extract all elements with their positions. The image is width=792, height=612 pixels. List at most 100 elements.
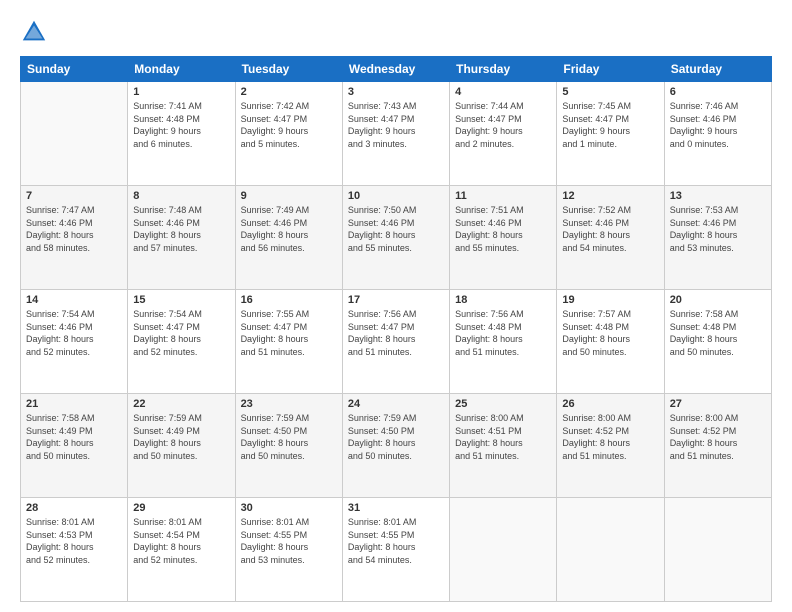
- calendar-cell: [450, 498, 557, 602]
- calendar-cell: 3 Sunrise: 7:43 AM Sunset: 4:47 PM Daylig…: [342, 82, 449, 186]
- day-number: 23: [241, 398, 337, 410]
- calendar-week-4: 21 Sunrise: 7:58 AM Sunset: 4:49 PM Dayli…: [21, 394, 772, 498]
- day-number: 10: [348, 190, 444, 202]
- day-info: Sunrise: 7:54 AM Sunset: 4:46 PM Dayligh…: [26, 308, 122, 358]
- day-number: 24: [348, 398, 444, 410]
- calendar-cell: 8 Sunrise: 7:48 AM Sunset: 4:46 PM Daylig…: [128, 186, 235, 290]
- page: SundayMondayTuesdayWednesdayThursdayFrid…: [0, 0, 792, 612]
- day-info: Sunrise: 7:58 AM Sunset: 4:48 PM Dayligh…: [670, 308, 766, 358]
- calendar-table: SundayMondayTuesdayWednesdayThursdayFrid…: [20, 56, 772, 602]
- calendar-cell: 21 Sunrise: 7:58 AM Sunset: 4:49 PM Dayli…: [21, 394, 128, 498]
- day-number: 17: [348, 294, 444, 306]
- calendar-cell: 24 Sunrise: 7:59 AM Sunset: 4:50 PM Dayli…: [342, 394, 449, 498]
- day-info: Sunrise: 8:01 AM Sunset: 4:54 PM Dayligh…: [133, 516, 229, 566]
- day-info: Sunrise: 7:54 AM Sunset: 4:47 PM Dayligh…: [133, 308, 229, 358]
- day-number: 28: [26, 502, 122, 514]
- day-number: 27: [670, 398, 766, 410]
- logo: [20, 18, 52, 46]
- calendar-cell: 16 Sunrise: 7:55 AM Sunset: 4:47 PM Dayli…: [235, 290, 342, 394]
- calendar-cell: [557, 498, 664, 602]
- weekday-header-thursday: Thursday: [450, 57, 557, 82]
- logo-icon: [20, 18, 48, 46]
- day-info: Sunrise: 8:01 AM Sunset: 4:53 PM Dayligh…: [26, 516, 122, 566]
- header: [20, 18, 772, 46]
- day-info: Sunrise: 7:44 AM Sunset: 4:47 PM Dayligh…: [455, 100, 551, 150]
- calendar-cell: 9 Sunrise: 7:49 AM Sunset: 4:46 PM Daylig…: [235, 186, 342, 290]
- day-info: Sunrise: 7:49 AM Sunset: 4:46 PM Dayligh…: [241, 204, 337, 254]
- calendar-cell: 20 Sunrise: 7:58 AM Sunset: 4:48 PM Dayli…: [664, 290, 771, 394]
- day-info: Sunrise: 7:47 AM Sunset: 4:46 PM Dayligh…: [26, 204, 122, 254]
- day-info: Sunrise: 7:53 AM Sunset: 4:46 PM Dayligh…: [670, 204, 766, 254]
- day-number: 29: [133, 502, 229, 514]
- calendar-week-2: 7Sunrise: 7:47 AM Sunset: 4:46 PM Daylig…: [21, 186, 772, 290]
- day-info: Sunrise: 8:00 AM Sunset: 4:52 PM Dayligh…: [562, 412, 658, 462]
- day-info: Sunrise: 7:59 AM Sunset: 4:49 PM Dayligh…: [133, 412, 229, 462]
- weekday-header-row: SundayMondayTuesdayWednesdayThursdayFrid…: [21, 57, 772, 82]
- day-info: Sunrise: 7:41 AM Sunset: 4:48 PM Dayligh…: [133, 100, 229, 150]
- calendar-cell: 10Sunrise: 7:50 AM Sunset: 4:46 PM Dayli…: [342, 186, 449, 290]
- calendar-cell: 14 Sunrise: 7:54 AM Sunset: 4:46 PM Dayli…: [21, 290, 128, 394]
- day-info: Sunrise: 7:51 AM Sunset: 4:46 PM Dayligh…: [455, 204, 551, 254]
- day-number: 5: [562, 86, 658, 98]
- day-info: Sunrise: 7:56 AM Sunset: 4:48 PM Dayligh…: [455, 308, 551, 358]
- weekday-header-sunday: Sunday: [21, 57, 128, 82]
- calendar-cell: 6 Sunrise: 7:46 AM Sunset: 4:46 PM Daylig…: [664, 82, 771, 186]
- calendar-cell: 28 Sunrise: 8:01 AM Sunset: 4:53 PM Dayli…: [21, 498, 128, 602]
- calendar-cell: 12 Sunrise: 7:52 AM Sunset: 4:46 PM Dayli…: [557, 186, 664, 290]
- day-number: 12: [562, 190, 658, 202]
- calendar-cell: 31Sunrise: 8:01 AM Sunset: 4:55 PM Dayli…: [342, 498, 449, 602]
- day-number: 20: [670, 294, 766, 306]
- calendar-cell: [21, 82, 128, 186]
- day-info: Sunrise: 7:52 AM Sunset: 4:46 PM Dayligh…: [562, 204, 658, 254]
- day-info: Sunrise: 7:56 AM Sunset: 4:47 PM Dayligh…: [348, 308, 444, 358]
- day-number: 21: [26, 398, 122, 410]
- day-info: Sunrise: 7:58 AM Sunset: 4:49 PM Dayligh…: [26, 412, 122, 462]
- calendar-cell: 13Sunrise: 7:53 AM Sunset: 4:46 PM Dayli…: [664, 186, 771, 290]
- calendar-cell: 4 Sunrise: 7:44 AM Sunset: 4:47 PM Daylig…: [450, 82, 557, 186]
- day-info: Sunrise: 7:45 AM Sunset: 4:47 PM Dayligh…: [562, 100, 658, 150]
- calendar-cell: 22 Sunrise: 7:59 AM Sunset: 4:49 PM Dayli…: [128, 394, 235, 498]
- day-info: Sunrise: 7:48 AM Sunset: 4:46 PM Dayligh…: [133, 204, 229, 254]
- calendar-cell: 7Sunrise: 7:47 AM Sunset: 4:46 PM Daylig…: [21, 186, 128, 290]
- day-info: Sunrise: 8:00 AM Sunset: 4:51 PM Dayligh…: [455, 412, 551, 462]
- day-number: 26: [562, 398, 658, 410]
- day-number: 1: [133, 86, 229, 98]
- day-number: 14: [26, 294, 122, 306]
- day-number: 19: [562, 294, 658, 306]
- calendar-cell: 23 Sunrise: 7:59 AM Sunset: 4:50 PM Dayli…: [235, 394, 342, 498]
- calendar-week-1: 1 Sunrise: 7:41 AM Sunset: 4:48 PM Daylig…: [21, 82, 772, 186]
- day-number: 30: [241, 502, 337, 514]
- day-info: Sunrise: 7:59 AM Sunset: 4:50 PM Dayligh…: [348, 412, 444, 462]
- day-number: 11: [455, 190, 551, 202]
- weekday-header-saturday: Saturday: [664, 57, 771, 82]
- day-number: 4: [455, 86, 551, 98]
- calendar-cell: 17 Sunrise: 7:56 AM Sunset: 4:47 PM Dayli…: [342, 290, 449, 394]
- weekday-header-monday: Monday: [128, 57, 235, 82]
- day-number: 8: [133, 190, 229, 202]
- day-number: 25: [455, 398, 551, 410]
- calendar-cell: [664, 498, 771, 602]
- calendar-cell: 19Sunrise: 7:57 AM Sunset: 4:48 PM Dayli…: [557, 290, 664, 394]
- day-info: Sunrise: 7:42 AM Sunset: 4:47 PM Dayligh…: [241, 100, 337, 150]
- calendar-cell: 15 Sunrise: 7:54 AM Sunset: 4:47 PM Dayli…: [128, 290, 235, 394]
- weekday-header-friday: Friday: [557, 57, 664, 82]
- day-number: 16: [241, 294, 337, 306]
- day-number: 18: [455, 294, 551, 306]
- day-info: Sunrise: 8:00 AM Sunset: 4:52 PM Dayligh…: [670, 412, 766, 462]
- day-info: Sunrise: 7:43 AM Sunset: 4:47 PM Dayligh…: [348, 100, 444, 150]
- day-number: 31: [348, 502, 444, 514]
- calendar-week-3: 14 Sunrise: 7:54 AM Sunset: 4:46 PM Dayli…: [21, 290, 772, 394]
- calendar-cell: 5 Sunrise: 7:45 AM Sunset: 4:47 PM Daylig…: [557, 82, 664, 186]
- calendar-cell: 18 Sunrise: 7:56 AM Sunset: 4:48 PM Dayli…: [450, 290, 557, 394]
- day-info: Sunrise: 7:59 AM Sunset: 4:50 PM Dayligh…: [241, 412, 337, 462]
- day-number: 15: [133, 294, 229, 306]
- day-number: 3: [348, 86, 444, 98]
- day-info: Sunrise: 7:46 AM Sunset: 4:46 PM Dayligh…: [670, 100, 766, 150]
- day-number: 9: [241, 190, 337, 202]
- day-number: 6: [670, 86, 766, 98]
- day-number: 2: [241, 86, 337, 98]
- day-number: 22: [133, 398, 229, 410]
- day-info: Sunrise: 7:55 AM Sunset: 4:47 PM Dayligh…: [241, 308, 337, 358]
- calendar-cell: 25 Sunrise: 8:00 AM Sunset: 4:51 PM Dayli…: [450, 394, 557, 498]
- day-info: Sunrise: 8:01 AM Sunset: 4:55 PM Dayligh…: [241, 516, 337, 566]
